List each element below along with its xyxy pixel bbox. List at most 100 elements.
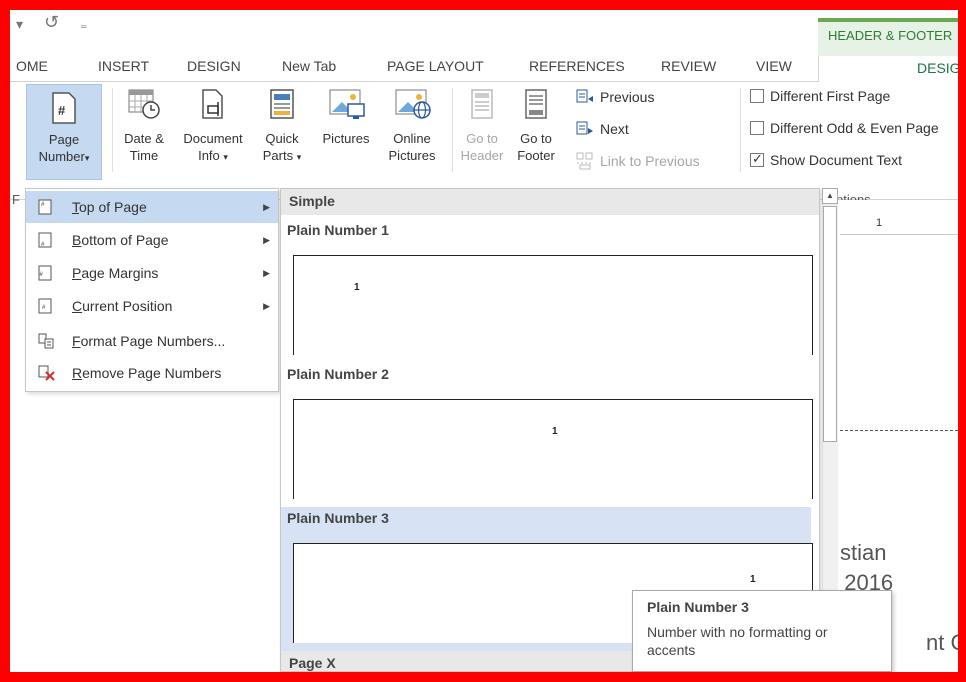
date-time-button[interactable]: Date & Time bbox=[116, 88, 172, 164]
page-number-menu: # Top of Page ▶ # Bottom of Page ▶ # Pag… bbox=[25, 188, 279, 392]
preview-page-number: 1 bbox=[552, 426, 558, 437]
quick-parts-label-1: Quick bbox=[265, 131, 299, 146]
header-footer-context-group: HEADER & FOOTER bbox=[818, 18, 958, 56]
next-label: Next bbox=[600, 121, 629, 137]
pictures-button[interactable]: Pictures bbox=[314, 88, 378, 147]
page-number-label-1: Page bbox=[48, 132, 80, 147]
tab-header-footer-design-label: DESIGN bbox=[917, 60, 958, 76]
go-to-footer-button[interactable]: Go to Footer bbox=[510, 88, 562, 164]
menu-label-margins: age Margins bbox=[81, 265, 159, 281]
go-to-header-icon bbox=[471, 89, 493, 119]
show-document-text-checkbox[interactable]: Show Document Text bbox=[750, 151, 903, 168]
menu-item-page-margins[interactable]: # Page Margins ▶ bbox=[26, 257, 278, 289]
tab-insert[interactable]: INSERT bbox=[98, 58, 149, 74]
different-first-page-checkbox[interactable]: Different First Page bbox=[750, 88, 890, 104]
quick-parts-icon bbox=[270, 89, 294, 119]
show-document-text-label: Show Document Text bbox=[770, 152, 903, 168]
go-to-footer-label-1: Go to bbox=[520, 131, 552, 146]
quick-access-toolbar: ▾ ↺ ₌ bbox=[10, 10, 958, 42]
gallery-item-title-3[interactable]: Plain Number 3 bbox=[281, 507, 811, 533]
remove-page-numbers-icon bbox=[38, 365, 55, 381]
tab-review[interactable]: REVIEW bbox=[661, 58, 716, 74]
menu-accel-p: P bbox=[72, 265, 82, 281]
online-pictures-button[interactable]: Online Pictures bbox=[380, 88, 444, 164]
submenu-arrow-icon: ▶ bbox=[263, 234, 270, 245]
quick-parts-label-2: Parts bbox=[262, 148, 294, 163]
svg-text:#: # bbox=[58, 103, 66, 118]
tab-home[interactable]: OME bbox=[16, 58, 48, 74]
word-window: ▾ ↺ ₌ HEADER & FOOTER OME INSERT DESIGN … bbox=[10, 10, 958, 672]
gallery-preview-plain-number-2[interactable]: 1 bbox=[293, 399, 813, 499]
different-odd-even-checkbox[interactable]: Different Odd & Even Page bbox=[750, 120, 939, 136]
top-of-page-icon: # bbox=[38, 199, 52, 215]
current-position-icon: # bbox=[38, 298, 52, 314]
online-pictures-label-2: Pictures bbox=[388, 148, 436, 163]
chevron-down-icon: ▾ bbox=[84, 153, 90, 163]
tab-new-tab[interactable]: New Tab bbox=[282, 58, 336, 74]
gallery-preview-plain-number-1[interactable]: 1 bbox=[293, 255, 813, 355]
gallery-item-title-1[interactable]: Plain Number 1 bbox=[281, 219, 811, 245]
go-to-footer-icon bbox=[525, 89, 547, 119]
document-text-line-3: nt C bbox=[926, 630, 958, 655]
previous-label: Previous bbox=[600, 89, 655, 105]
format-page-numbers-icon bbox=[38, 333, 54, 349]
menu-item-format-page-numbers[interactable]: Format Page Numbers... bbox=[26, 325, 278, 357]
date-time-label-2: Time bbox=[129, 148, 159, 163]
document-info-label-2: Info bbox=[198, 148, 220, 163]
header-boundary-line bbox=[840, 430, 958, 431]
checkbox-unchecked-icon bbox=[750, 121, 764, 135]
submenu-arrow-icon: ▶ bbox=[263, 267, 270, 278]
document-info-label-1: Document bbox=[183, 131, 243, 146]
calendar-clock-icon bbox=[128, 89, 160, 119]
customize-qat-icon[interactable]: ₌ bbox=[80, 16, 87, 33]
ruler-label: 1 bbox=[876, 217, 883, 229]
gallery-section-simple: Simple bbox=[281, 189, 819, 215]
menu-item-remove-page-numbers[interactable]: Remove Page Numbers bbox=[26, 357, 278, 389]
submenu-arrow-icon: ▶ bbox=[263, 300, 270, 311]
screenshot-frame: ▾ ↺ ₌ HEADER & FOOTER OME INSERT DESIGN … bbox=[0, 0, 966, 682]
page-margins-icon: # bbox=[38, 265, 52, 281]
go-to-header-button[interactable]: Go to Header bbox=[456, 88, 508, 164]
next-button[interactable]: Next bbox=[576, 120, 629, 138]
online-pictures-label-1: Online bbox=[393, 131, 431, 146]
tab-references[interactable]: REFERENCES bbox=[529, 58, 625, 74]
document-info-button[interactable]: Document Info ▾ bbox=[174, 88, 252, 166]
link-to-previous-label: Link to Previous bbox=[600, 153, 700, 169]
tooltip-description: Number with no formatting or accents bbox=[647, 624, 828, 658]
menu-item-current-position[interactable]: # Current Position ▶ bbox=[26, 290, 278, 322]
menu-item-bottom-of-page[interactable]: # Bottom of Page ▶ bbox=[26, 224, 278, 256]
tooltip: Plain Number 3 Number with no formatting… bbox=[632, 590, 892, 672]
page-number-label-2: Number bbox=[38, 149, 85, 164]
context-group-title: HEADER & FOOTER bbox=[828, 28, 953, 43]
previous-section-icon bbox=[576, 89, 593, 103]
tab-page-layout[interactable]: PAGE LAYOUT bbox=[387, 58, 484, 74]
page-number-icon: # bbox=[52, 92, 76, 124]
preview-page-number: 1 bbox=[354, 282, 360, 293]
ribbon-separator bbox=[452, 88, 453, 172]
menu-item-top-of-page[interactable]: # Top of Page ▶ bbox=[26, 191, 278, 223]
menu-accel-t: T bbox=[72, 199, 79, 215]
chevron-down-icon: ▾ bbox=[296, 152, 302, 162]
pictures-label: Pictures bbox=[322, 131, 370, 146]
ribbon: # Page Number▾ Date & Time Document Info… bbox=[10, 82, 958, 200]
ruler: 1 bbox=[840, 215, 958, 235]
scrollbar-thumb[interactable] bbox=[823, 206, 837, 442]
redo-icon[interactable]: ↺ bbox=[44, 12, 59, 33]
previous-button[interactable]: Previous bbox=[576, 88, 654, 106]
menu-label-bottom: ottom of Page bbox=[81, 232, 169, 248]
tab-header-footer-design[interactable]: DESIGN bbox=[818, 56, 958, 83]
menu-accel-b: B bbox=[72, 232, 82, 248]
tab-design[interactable]: DESIGN bbox=[187, 58, 241, 74]
gallery-item-title-2[interactable]: Plain Number 2 bbox=[281, 363, 811, 389]
different-first-page-label: Different First Page bbox=[770, 88, 891, 104]
tab-view[interactable]: VIEW bbox=[756, 58, 792, 74]
menu-label-remove: emove Page Numbers bbox=[82, 365, 222, 381]
page-number-button[interactable]: # Page Number▾ bbox=[26, 84, 102, 180]
go-to-header-label-2: Header bbox=[460, 148, 504, 163]
scroll-up-icon[interactable]: ▲ bbox=[822, 188, 838, 204]
link-to-previous-button[interactable]: Link to Previous bbox=[576, 152, 700, 170]
quick-parts-button[interactable]: Quick Parts ▾ bbox=[256, 88, 308, 166]
qat-dropdown-icon[interactable]: ▾ bbox=[16, 16, 23, 33]
menu-accel-c: C bbox=[72, 298, 83, 314]
menu-label-format: ormat Page Numbers... bbox=[80, 333, 226, 349]
